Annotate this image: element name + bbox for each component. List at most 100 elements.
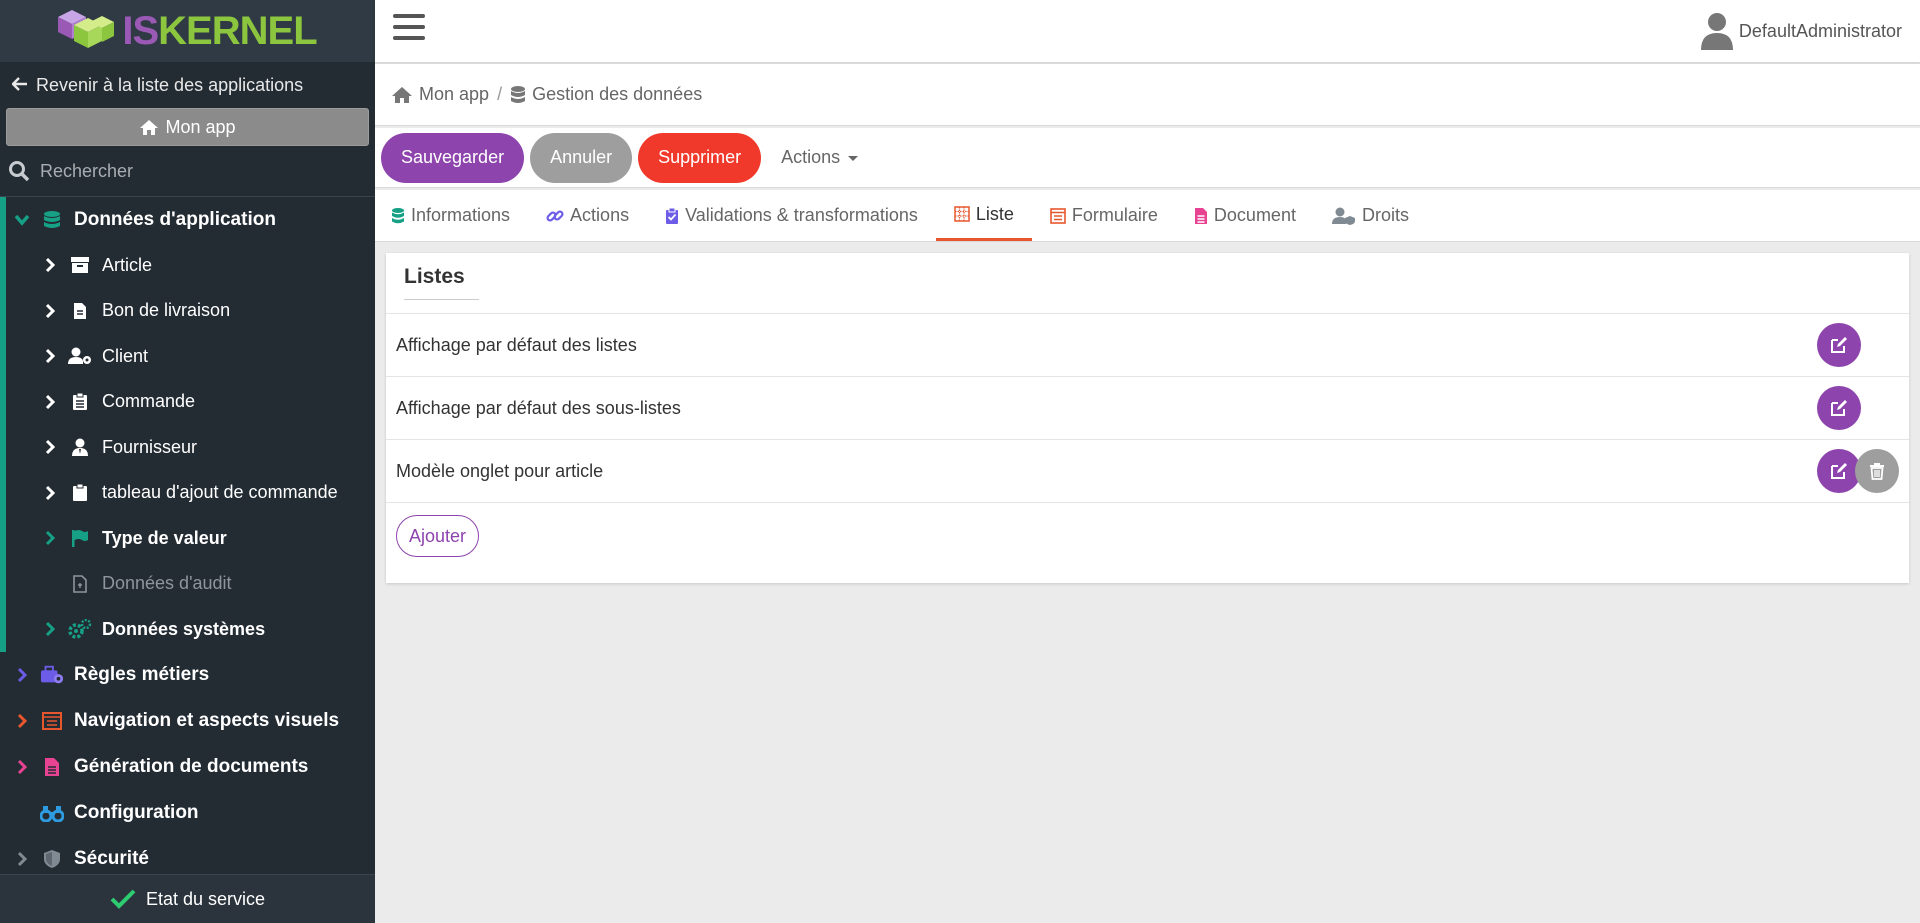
chevron-right-icon[interactable]: [40, 394, 60, 410]
arrow-left-icon: [11, 75, 28, 96]
user-cog-icon: [68, 347, 92, 365]
save-button[interactable]: Sauvegarder: [381, 132, 525, 183]
delete-button[interactable]: Supprimer: [638, 132, 762, 183]
service-status[interactable]: Etat du service: [0, 874, 375, 923]
sidebar-item-tableau-ajout-commande[interactable]: tableau d'ajout de commande: [6, 470, 375, 516]
sidebar-item-article[interactable]: Article: [6, 243, 375, 289]
group-donnees-application: Données d'application Article Bon de liv…: [0, 197, 375, 652]
user-icon: [1700, 13, 1733, 50]
breadcrumb-item-app[interactable]: Mon app: [419, 84, 489, 105]
tab-liste[interactable]: Liste: [935, 190, 1032, 241]
list-row: Affichage par défaut des listes: [386, 313, 1909, 376]
menu-toggle-icon[interactable]: [393, 14, 425, 44]
tab-label: Droits: [1361, 205, 1409, 225]
logo[interactable]: ISKERNEL: [0, 0, 375, 62]
tab-formulaire[interactable]: Formulaire: [1050, 190, 1176, 241]
trash-icon: [1870, 463, 1884, 480]
sidebar-item-label: Configuration: [74, 802, 199, 823]
sidebar-item-label: Données systèmes: [102, 618, 266, 639]
clipboard-icon: [68, 483, 92, 502]
username: DefaultAdministrator: [1738, 20, 1902, 41]
actions-dropdown[interactable]: Actions: [781, 147, 859, 168]
tab-informations[interactable]: Informations: [391, 190, 528, 241]
tab-actions[interactable]: Actions: [546, 190, 647, 241]
table-icon: [954, 206, 970, 222]
edit-button[interactable]: [1817, 323, 1861, 367]
sidebar-item-label: Données d'application: [74, 208, 276, 230]
sidebar-item-label: Génération de documents: [74, 756, 309, 777]
sidebar-search-input[interactable]: Rechercher: [40, 161, 133, 182]
sidebar-item-donnees-systemes[interactable]: Données systèmes: [6, 607, 375, 653]
sidebar-item-label: tableau d'ajout de commande: [102, 482, 338, 503]
sidebar-item-label: Règles métiers: [74, 664, 210, 685]
sidebar-item-type-de-valeur[interactable]: Type de valeur: [6, 516, 375, 562]
app-home-button[interactable]: Mon app: [6, 108, 369, 146]
sidebar-search[interactable]: Rechercher: [0, 146, 375, 197]
tab-droits[interactable]: Droits: [1331, 190, 1427, 241]
tab-label: Validations & transformations: [685, 205, 918, 225]
sidebar-item-label: Navigation et aspects visuels: [74, 710, 340, 731]
chevron-right-icon[interactable]: [12, 851, 32, 867]
chevron-right-icon[interactable]: [12, 759, 32, 775]
service-status-label: Etat du service: [145, 888, 266, 909]
sidebar-item-donnees-audit[interactable]: Données d'audit: [6, 561, 375, 607]
home-icon: [140, 119, 159, 135]
cogs-icon: [68, 619, 92, 639]
edit-icon: [1831, 463, 1847, 479]
back-to-applications-link[interactable]: Revenir à la liste des applications: [0, 62, 375, 108]
sidebar-item-commande[interactable]: Commande: [6, 379, 375, 425]
tab-label: Formulaire: [1071, 205, 1158, 225]
box-icon: [68, 256, 92, 274]
sidebar-item-navigation-aspects-visuels[interactable]: Navigation et aspects visuels: [0, 698, 375, 744]
list-row-label: Affichage par défaut des listes: [396, 334, 637, 355]
caret-down-icon: [848, 156, 859, 161]
edit-button[interactable]: [1817, 386, 1861, 430]
list-row-label: Modèle onglet pour article: [396, 460, 604, 481]
user-menu[interactable]: DefaultAdministrator: [1700, 12, 1902, 50]
tab-label: Actions: [570, 205, 630, 225]
user-shield-icon: [1331, 207, 1355, 225]
database-icon: [40, 210, 64, 230]
sidebar-item-label: Client: [102, 345, 149, 366]
chevron-right-icon[interactable]: [40, 621, 60, 637]
cancel-button[interactable]: Annuler: [530, 132, 633, 183]
tab-validations[interactable]: Validations & transformations: [665, 190, 936, 241]
sidebar-tree: Données d'application Article Bon de liv…: [0, 197, 375, 882]
sidebar: ISKERNEL Revenir à la liste des applicat…: [0, 0, 375, 923]
logo-text: ISKERNEL: [122, 8, 317, 53]
breadcrumb-item-gestion[interactable]: Gestion des données: [532, 84, 702, 105]
check-icon: [110, 889, 136, 909]
app-button-label: Mon app: [165, 116, 236, 137]
sidebar-item-configuration[interactable]: Configuration: [0, 790, 375, 836]
chevron-right-icon[interactable]: [40, 439, 60, 455]
sidebar-item-label: Sécurité: [74, 848, 149, 869]
chevron-right-icon[interactable]: [40, 485, 60, 501]
clipboard-check-icon: [666, 207, 679, 224]
chevron-down-icon[interactable]: [12, 214, 32, 226]
breadcrumb-separator: /: [497, 84, 503, 104]
home-icon: [392, 86, 412, 103]
delete-row-button[interactable]: [1855, 449, 1899, 493]
sidebar-item-donnees-application[interactable]: Données d'application: [6, 197, 375, 243]
chevron-right-icon[interactable]: [40, 257, 60, 273]
chevron-right-icon[interactable]: [12, 667, 32, 683]
sidebar-item-client[interactable]: Client: [6, 334, 375, 380]
sidebar-item-fournisseur[interactable]: Fournisseur: [6, 425, 375, 471]
tab-document[interactable]: Document: [1194, 190, 1314, 241]
chevron-right-icon[interactable]: [12, 713, 32, 729]
chevron-right-icon[interactable]: [40, 348, 60, 364]
tab-label: Document: [1213, 205, 1296, 225]
sidebar-item-regles-metiers[interactable]: Règles métiers: [0, 652, 375, 698]
link-icon: [546, 209, 564, 222]
sidebar-item-bon-de-livraison[interactable]: Bon de livraison: [6, 288, 375, 334]
chevron-right-icon[interactable]: [40, 303, 60, 319]
sidebar-item-label: Commande: [102, 391, 196, 412]
shield-icon: [40, 849, 64, 869]
sidebar-item-generation-documents[interactable]: Génération de documents: [0, 744, 375, 790]
tab-label: Informations: [411, 205, 511, 225]
add-button[interactable]: Ajouter: [396, 515, 480, 557]
file-icon: [68, 302, 92, 320]
clipboard-list-icon: [68, 392, 92, 411]
card-title: Listes: [404, 265, 479, 300]
chevron-right-icon[interactable]: [40, 530, 60, 546]
